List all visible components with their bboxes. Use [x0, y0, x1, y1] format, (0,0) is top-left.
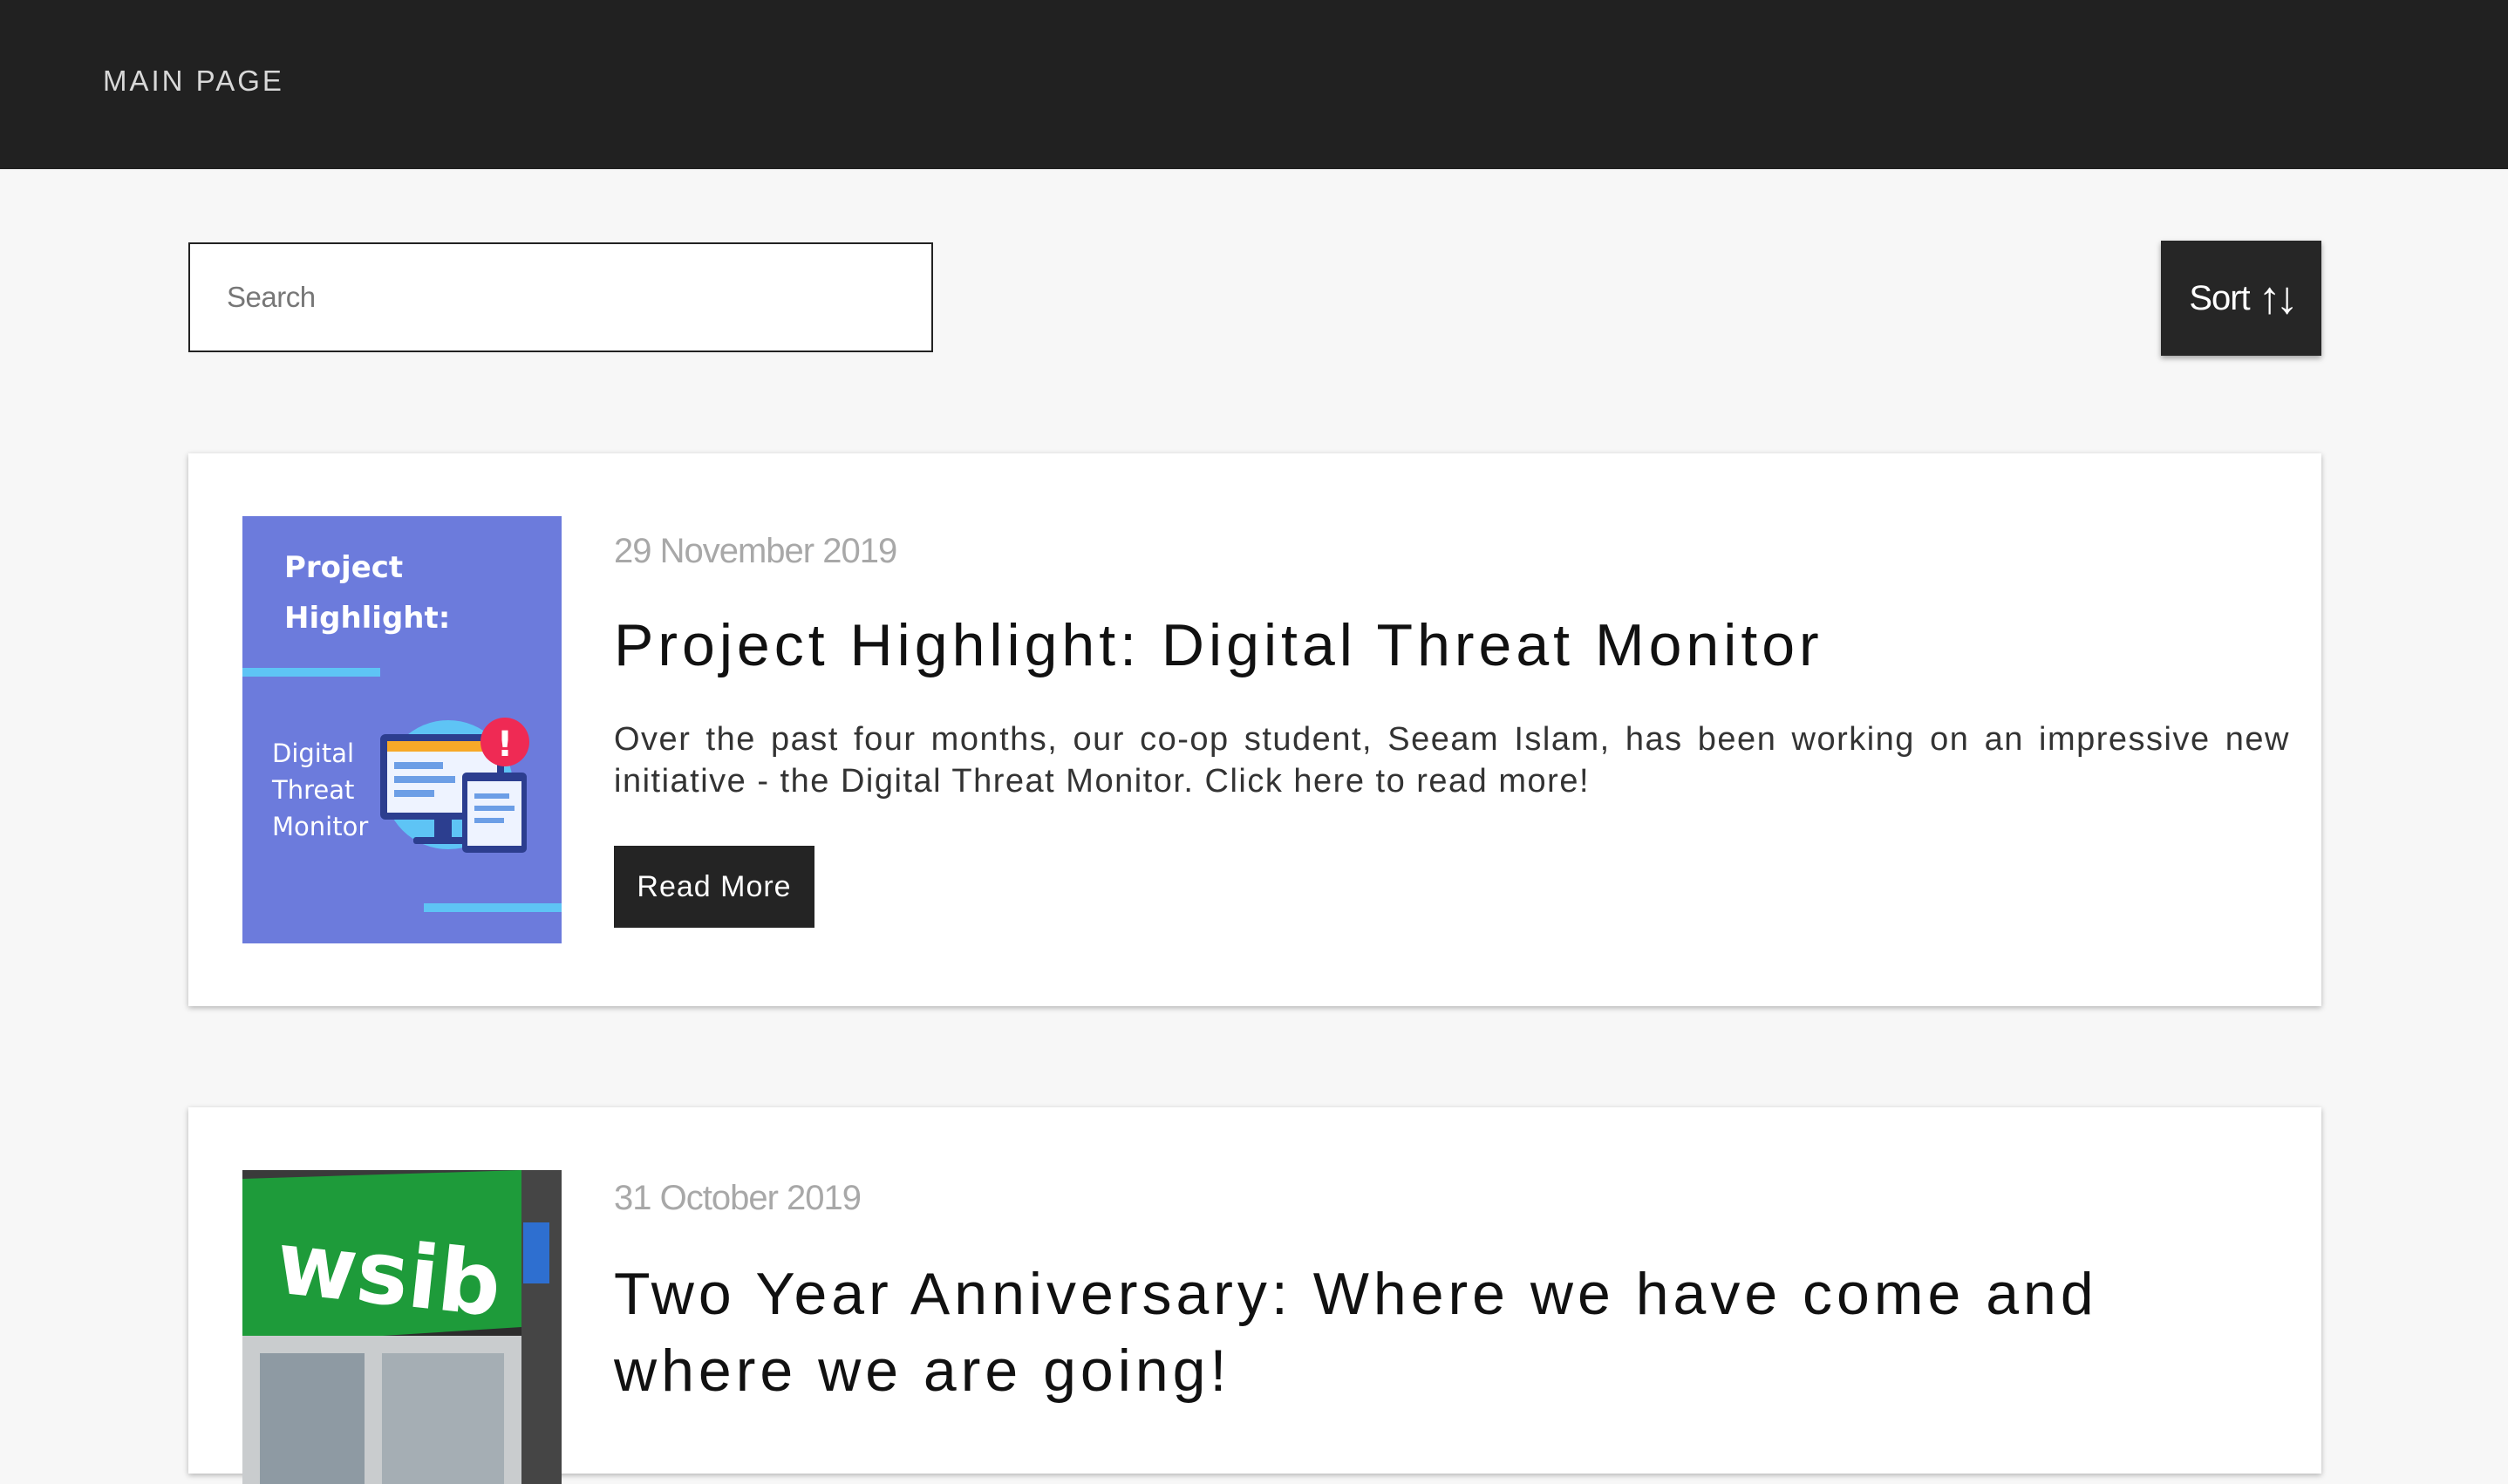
post-card: Project Highlight: Digital Threat Monito…	[188, 453, 2321, 1006]
sort-label: Sort	[2189, 278, 2250, 317]
post-date: 31 October 2019	[614, 1179, 862, 1217]
search-input[interactable]	[190, 244, 931, 351]
post-thumbnail[interactable]: wsib	[242, 1170, 562, 1484]
main-page-link[interactable]: MAIN PAGE	[103, 65, 284, 98]
project-highlight-image: Project Highlight: Digital Threat Monito…	[242, 516, 562, 943]
thumb-heading-1: Project	[284, 550, 403, 585]
thumb-sub-1: Digital	[272, 739, 354, 768]
sort-arrows-icon: ↑↓	[2258, 273, 2299, 323]
post-date: 29 November 2019	[614, 532, 897, 570]
thumb-sub-2: Threat	[271, 775, 354, 805]
post-title[interactable]: Project Highlight: Digital Threat Monito…	[614, 607, 2290, 684]
top-navbar: MAIN PAGE	[0, 0, 2508, 169]
post-title[interactable]: Two Year Anniversary: Where we have come…	[614, 1256, 2290, 1409]
wsib-storefront-image: wsib	[242, 1170, 562, 1484]
svg-text:!: !	[497, 725, 513, 765]
read-more-button[interactable]: Read More	[614, 846, 814, 928]
thumb-heading-2: Highlight:	[284, 601, 450, 636]
post-thumbnail[interactable]: Project Highlight: Digital Threat Monito…	[242, 516, 562, 943]
post-card: wsib 31 October 2019 Two Year Anniversar…	[188, 1107, 2321, 1484]
thumb-sub-3: Monitor	[272, 812, 368, 841]
sort-button[interactable]: Sort ↑↓	[2161, 241, 2321, 356]
post-excerpt: Over the past four months, our co-op stu…	[614, 721, 2290, 800]
search-box	[188, 242, 933, 352]
